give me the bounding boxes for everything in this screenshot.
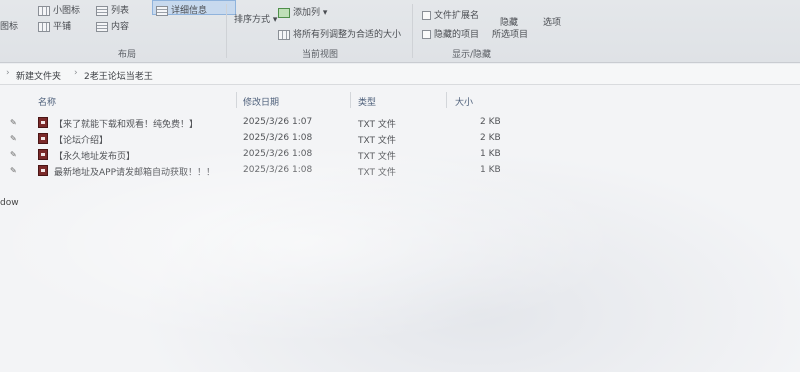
- chevron-down-icon: ▾: [320, 8, 328, 18]
- file-row[interactable]: ✎ 【论坛介绍】 2025/3/26 1:08 TXT 文件 2 KB: [0, 131, 800, 147]
- layout-group-label: 布局: [118, 50, 137, 60]
- details-label: 详细信息: [171, 6, 208, 16]
- chevron-down-icon: ▾: [270, 15, 278, 25]
- file-name: 【永久地址发布页】: [54, 152, 136, 162]
- ribbon-divider: [412, 4, 413, 58]
- hidden-items-label: 隐藏的项目: [434, 30, 480, 40]
- small-icons-icon: [38, 5, 50, 16]
- file-modified: 2025/3/26 1:08: [243, 133, 313, 143]
- file-modified: 2025/3/26 1:08: [243, 165, 313, 175]
- pin-icon: ✎: [10, 134, 17, 143]
- file-modified: 2025/3/26 1:07: [243, 117, 313, 127]
- file-size: 2 KB: [480, 133, 501, 143]
- show-hide-group-label: 显示/隐藏: [452, 50, 492, 60]
- tiles-icon: [38, 21, 50, 32]
- breadcrumb-item-current[interactable]: 2老王论坛当老王: [84, 69, 153, 82]
- list-icon: [96, 5, 108, 16]
- sort-by-label: 排序方式: [234, 15, 271, 25]
- current-view-group-label: 当前视图: [302, 50, 339, 60]
- ribbon: 图标 小图标 列表 详细信息 平铺 内容 排序方式 ▾ 添加列 ▾ 将所有列调整…: [0, 0, 800, 63]
- sidebar-partial-label[interactable]: dow: [0, 198, 19, 208]
- column-header-modified[interactable]: 修改日期: [243, 95, 279, 108]
- list-label: 列表: [111, 6, 130, 16]
- size-all-columns-label: 将所有列调整为合适的大小: [293, 30, 402, 40]
- text-file-icon: [38, 149, 48, 160]
- file-type: TXT 文件: [358, 168, 396, 178]
- column-header-type[interactable]: 类型: [358, 95, 376, 108]
- text-file-icon: [38, 165, 48, 176]
- breadcrumb-separator: ›: [74, 68, 78, 78]
- column-header-name[interactable]: 名称: [38, 95, 56, 108]
- text-file-icon: [38, 117, 48, 128]
- tiles-label: 平铺: [53, 22, 72, 32]
- breadcrumb-item-new-folder[interactable]: 新建文件夹: [16, 69, 61, 82]
- file-modified: 2025/3/26 1:08: [243, 149, 313, 159]
- pin-icon: ✎: [10, 150, 17, 159]
- file-size: 1 KB: [480, 165, 501, 175]
- view-small-icons-button[interactable]: 小图标: [38, 3, 80, 16]
- sort-by-button[interactable]: 排序方式 ▾: [234, 12, 277, 25]
- small-icons-label: 小图标: [53, 6, 81, 16]
- text-file-icon: [38, 133, 48, 144]
- view-icons-partial[interactable]: 图标: [0, 19, 18, 32]
- file-row[interactable]: ✎ 【来了就能下载和观看！纯免费！】 2025/3/26 1:07 TXT 文件…: [0, 115, 800, 131]
- column-divider[interactable]: [350, 92, 351, 108]
- view-list-button[interactable]: 列表: [96, 3, 129, 16]
- details-icon: [156, 5, 168, 16]
- hidden-items-checkbox[interactable]: 隐藏的项目: [422, 27, 479, 40]
- content-label: 内容: [111, 22, 130, 32]
- file-type: TXT 文件: [358, 120, 396, 130]
- checkbox-icon: [422, 30, 431, 39]
- column-divider[interactable]: [446, 92, 447, 108]
- file-name: 最新地址及APP请发邮箱自动获取！！！: [54, 168, 216, 178]
- pin-icon: ✎: [10, 118, 17, 127]
- add-columns-label: 添加列: [293, 8, 321, 18]
- file-row[interactable]: ✎ 【永久地址发布页】 2025/3/26 1:08 TXT 文件 1 KB: [0, 147, 800, 163]
- column-divider[interactable]: [236, 92, 237, 108]
- ribbon-divider: [226, 4, 227, 58]
- file-row[interactable]: ✎ 最新地址及APP请发邮箱自动获取！！！ 2025/3/26 1:08 TXT…: [0, 163, 800, 179]
- pin-icon: ✎: [10, 166, 17, 175]
- file-name: 【论坛介绍】: [54, 136, 109, 146]
- file-list: 名称 修改日期 类型 大小 ✎ 【来了就能下载和观看！纯免费！】 2025/3/…: [0, 85, 800, 372]
- breadcrumb-separator: ›: [6, 68, 10, 78]
- hide-selected-button[interactable]: 所选项目: [492, 27, 528, 40]
- file-name: 【来了就能下载和观看！纯免费！】: [54, 120, 199, 130]
- size-all-columns-button[interactable]: 将所有列调整为合适的大小: [278, 27, 401, 40]
- view-details-button[interactable]: 详细信息: [152, 0, 236, 16]
- view-content-button[interactable]: 内容: [96, 19, 129, 32]
- add-columns-icon: [278, 7, 290, 18]
- file-type: TXT 文件: [358, 136, 396, 146]
- file-size: 2 KB: [480, 117, 501, 127]
- content-icon: [96, 21, 108, 32]
- hide-button[interactable]: 隐藏: [500, 15, 518, 28]
- address-bar[interactable]: › 新建文件夹 › 2老王论坛当老王: [0, 64, 800, 85]
- add-columns-button[interactable]: 添加列 ▾: [278, 5, 327, 18]
- file-type: TXT 文件: [358, 152, 396, 162]
- view-tiles-button[interactable]: 平铺: [38, 19, 71, 32]
- file-extensions-label: 文件扩展名: [434, 11, 480, 21]
- file-extensions-checkbox[interactable]: 文件扩展名: [422, 8, 479, 21]
- size-columns-icon: [278, 29, 290, 40]
- column-header-size[interactable]: 大小: [455, 95, 473, 108]
- options-button[interactable]: 选项: [543, 15, 561, 28]
- checkbox-icon: [422, 11, 431, 20]
- file-size: 1 KB: [480, 149, 501, 159]
